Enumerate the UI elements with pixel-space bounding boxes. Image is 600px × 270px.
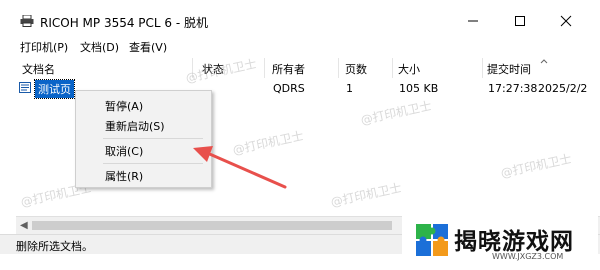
menu-view[interactable]: 查看(V): [129, 39, 167, 55]
annotation-arrow-icon: [193, 146, 287, 189]
title-bar: RICOH MP 3554 PCL 6 - 脱机: [0, 0, 600, 36]
brand-name: 揭晓游戏网: [454, 229, 574, 255]
column-divider[interactable]: [264, 58, 265, 78]
owner-cell: QDRS: [273, 82, 305, 95]
site-logo: 揭晓游戏网 WWW.JXGZ3.COM: [402, 214, 598, 266]
header-document-name[interactable]: 文档名: [22, 61, 55, 77]
menu-bar: 打印机(P) 文档(D) 查看(V): [0, 36, 600, 56]
watermark-text: @打印机卫士: [329, 180, 403, 210]
context-menu-properties[interactable]: 属性(R): [105, 168, 143, 184]
status-text: 删除所选文档。: [16, 240, 93, 253]
watermark-text: @打印机卫士: [499, 151, 573, 181]
header-submitted[interactable]: 提交时间: [487, 61, 531, 77]
header-size[interactable]: 大小: [398, 61, 420, 77]
scroll-thumb[interactable]: [32, 221, 392, 230]
date-cell: 2025/2/2: [538, 82, 588, 95]
puzzle-logo-icon: [416, 224, 448, 256]
column-divider[interactable]: [338, 58, 339, 78]
time-cell: 17:27:38: [488, 82, 538, 95]
sort-chevron-icon: [540, 59, 548, 64]
document-icon: [19, 82, 31, 93]
size-cell: 105 KB: [399, 82, 439, 95]
menu-document[interactable]: 文档(D): [80, 39, 119, 55]
maximize-button[interactable]: [508, 9, 532, 33]
menu-separator: [103, 138, 203, 139]
context-menu-pause[interactable]: 暂停(A): [105, 98, 143, 114]
header-pages[interactable]: 页数: [345, 61, 367, 77]
window-title: RICOH MP 3554 PCL 6 - 脱机: [40, 16, 209, 30]
column-divider[interactable]: [392, 58, 393, 78]
watermark-text: @打印机卫士: [359, 98, 433, 128]
column-header: 文档名 状态 所有者 页数 大小 提交时间: [16, 58, 600, 78]
pages-cell: 1: [346, 82, 353, 95]
menu-printer[interactable]: 打印机(P): [20, 39, 68, 55]
close-icon: [560, 15, 572, 27]
column-divider[interactable]: [482, 58, 483, 78]
minimize-button[interactable]: [461, 9, 485, 33]
context-menu-cancel[interactable]: 取消(C): [105, 143, 143, 159]
printer-icon: [20, 15, 34, 27]
left-margin: [0, 56, 16, 234]
close-button[interactable]: [554, 9, 578, 33]
header-owner[interactable]: 所有者: [272, 61, 305, 77]
brand-url: WWW.JXGZ3.COM: [492, 252, 564, 261]
scroll-left-icon[interactable]: ◀: [20, 220, 28, 231]
maximize-icon: [515, 16, 525, 26]
context-menu-restart[interactable]: 重新启动(S): [105, 118, 165, 134]
minimize-icon: [468, 20, 478, 22]
document-name-cell[interactable]: 测试页: [34, 79, 75, 99]
